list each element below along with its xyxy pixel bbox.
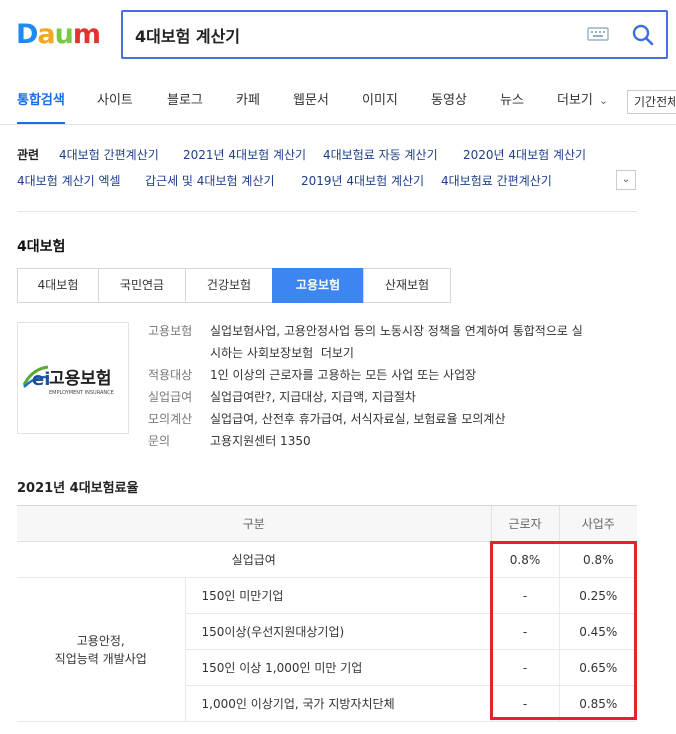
daum-logo[interactable]: D a u m <box>16 18 101 50</box>
logo-letter-d: D <box>16 18 38 50</box>
subtab-national-pension[interactable]: 국민연금 <box>98 268 186 303</box>
tab-more[interactable]: 더보기 ⌄ <box>557 78 608 124</box>
employer-rate: 0.25% <box>558 577 637 614</box>
mock-calc-links[interactable]: 실업급여, 산전후 휴가급여, 서식자료실, 보험료율 모의계산 <box>210 408 630 430</box>
tab-integrated[interactable]: 통합검색 <box>17 78 65 124</box>
subtab-4-insurances[interactable]: 4대보험 <box>17 268 99 303</box>
period-filter[interactable]: 기간전체 <box>627 90 676 114</box>
tab-blog[interactable]: 블로그 <box>167 78 203 124</box>
rates-table: 구분 근로자 사업주 실업급여 0.8% 0.8% 고용안정, 직업능력 개발사… <box>17 505 637 722</box>
more-link[interactable]: 더보기 <box>321 346 354 360</box>
row-label: 150인 이상 1,000인 미만 기업 <box>184 649 491 686</box>
row-label: 1,000인 이상기업, 국가 지방자치단체 <box>184 685 491 722</box>
info-desc-line1: 실업보험사업, 고용안정사업 등의 노동시장 정책을 연계하여 통합적으로 실 <box>210 324 583 338</box>
info-value: 1인 이상의 근로자를 고용하는 모든 사업 또는 사업장 <box>210 368 477 382</box>
subtab-employment-insurance[interactable]: 고용보험 <box>272 268 364 303</box>
info-key: 문의 <box>148 434 171 448</box>
worker-rate: 0.8% <box>490 541 559 578</box>
col-category: 구분 <box>17 505 491 542</box>
logo-card-name: 고용보험 <box>49 368 112 389</box>
worker-rate: - <box>490 685 559 722</box>
info-value: 시하는 사회보장보험 더보기 <box>210 342 630 364</box>
group-label-line2: 직업능력 개발사업 <box>54 651 147 666</box>
related-link[interactable]: 2019년 4대보험 계산기 <box>301 172 424 189</box>
related-link[interactable]: 4대보험 간편계산기 <box>59 146 159 163</box>
info-key: 모의계산 <box>148 412 193 426</box>
rates-title: 2021년 4대보험료율 <box>17 481 139 496</box>
employment-insurance-logo: ei 고용보험 EMPLOYMENT INSURANCE <box>17 322 129 434</box>
related-link[interactable]: 4대보험료 간편계산기 <box>441 172 552 189</box>
worker-rate: - <box>490 649 559 686</box>
subtab-industrial-accident[interactable]: 산재보험 <box>363 268 451 303</box>
logo-letter-m: m <box>72 18 101 50</box>
tab-web-docs[interactable]: 웹문서 <box>293 78 329 124</box>
related-link[interactable]: 2020년 4대보험 계산기 <box>463 146 586 163</box>
row-label: 실업급여 <box>17 541 491 578</box>
tab-cafe[interactable]: 카페 <box>236 78 260 124</box>
related-link[interactable]: 갑근세 및 4대보험 계산기 <box>145 172 274 189</box>
employer-rate: 0.85% <box>558 685 637 722</box>
divider <box>17 211 637 212</box>
chevron-down-icon: ⌄ <box>598 94 609 107</box>
related-link[interactable]: 4대보험료 자동 계산기 <box>323 146 438 163</box>
tab-images[interactable]: 이미지 <box>362 78 398 124</box>
employer-rate: 0.45% <box>558 613 637 650</box>
table-header-row: 구분 근로자 사업주 <box>17 505 637 542</box>
info-key: 고용보험 <box>148 324 193 338</box>
tab-site[interactable]: 사이트 <box>97 78 133 124</box>
section-title: 4대보험 <box>17 239 66 255</box>
group-label: 고용안정, 직업능력 개발사업 <box>17 577 185 722</box>
search-nav: 통합검색 사이트 블로그 카페 웹문서 이미지 동영상 뉴스 더보기 ⌄ 기간전체 <box>0 78 676 125</box>
info-key: 적용대상 <box>148 368 193 382</box>
logo-letter-a: a <box>37 18 55 50</box>
insurance-subtabs: 4대보험 국민연금 건강보험 고용보험 산재보험 <box>17 268 451 303</box>
keyboard-icon[interactable] <box>587 26 609 42</box>
svg-text:ei: ei <box>32 369 50 390</box>
info-desc-line2: 시하는 사회보장보험 <box>210 346 314 360</box>
info-key: 실업급여 <box>148 390 193 404</box>
employer-rate: 0.65% <box>558 649 637 686</box>
header: D a u m <box>0 0 676 78</box>
info-value: 실업보험사업, 고용안정사업 등의 노동시장 정책을 연계하여 통합적으로 실 <box>210 320 630 342</box>
table-row: 고용안정, 직업능력 개발사업 150인 미만기업 - 0.25% <box>17 577 637 722</box>
related-link[interactable]: 2021년 4대보험 계산기 <box>183 146 306 163</box>
ei-emblem-icon: ei 고용보험 EMPLOYMENT INSURANCE <box>22 365 114 396</box>
info-value: 고용지원센터 1350 <box>210 434 311 448</box>
worker-rate: - <box>490 577 559 614</box>
tab-videos[interactable]: 동영상 <box>431 78 467 124</box>
row-label: 150이상(우선지원대상기업) <box>184 613 491 650</box>
related-label: 관련 <box>17 148 40 162</box>
related-link[interactable]: 4대보험 계산기 엑셀 <box>17 172 121 189</box>
tab-more-label: 더보기 <box>557 93 593 108</box>
employer-rate: 0.8% <box>558 541 637 578</box>
logo-letter-u: u <box>54 18 74 50</box>
logo-card-sub: EMPLOYMENT INSURANCE <box>49 390 114 396</box>
search-box <box>121 10 668 59</box>
unemployment-benefit-links[interactable]: 실업급여란?, 지급대상, 지급액, 지급절차 <box>210 386 630 408</box>
col-employer: 사업주 <box>558 505 637 542</box>
related-searches: 관련 4대보험 간편계산기 2021년 4대보험 계산기 4대보험료 자동 계산… <box>17 146 637 206</box>
col-worker: 근로자 <box>490 505 559 542</box>
worker-rate: - <box>490 613 559 650</box>
row-label: 150인 미만기업 <box>184 577 491 614</box>
group-label-line1: 고용안정, <box>76 633 125 648</box>
expand-related-button[interactable]: ⌄ <box>616 170 636 190</box>
search-icon[interactable] <box>631 23 655 47</box>
subtab-health-insurance[interactable]: 건강보험 <box>185 268 273 303</box>
search-input[interactable] <box>135 21 575 49</box>
tab-news[interactable]: 뉴스 <box>500 78 524 124</box>
table-row: 실업급여 0.8% 0.8% <box>17 541 637 578</box>
